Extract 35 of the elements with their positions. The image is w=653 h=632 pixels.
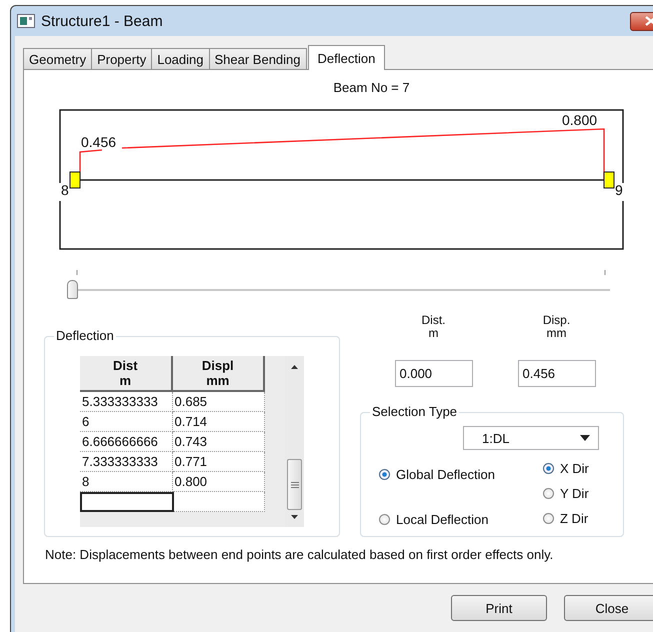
caret-icon bbox=[580, 435, 590, 441]
support-icon bbox=[70, 172, 80, 188]
beam-number-label: Beam No = 7 bbox=[332, 79, 411, 97]
tab[interactable]: Loading bbox=[151, 48, 210, 69]
input-field[interactable]: 0.456 bbox=[518, 360, 596, 387]
deflection-value-label: 0.456 bbox=[81, 134, 116, 150]
new-row-cell[interactable] bbox=[80, 492, 174, 512]
tab[interactable]: Property bbox=[91, 48, 152, 69]
deflection-value-label: 0.800 bbox=[562, 112, 598, 128]
group-title: Selection Type bbox=[370, 404, 460, 420]
tab[interactable]: Geometry bbox=[23, 48, 92, 69]
slider-thumb[interactable] bbox=[67, 280, 78, 299]
dialog-button[interactable]: Print bbox=[451, 595, 547, 621]
node-label: 8 bbox=[61, 182, 69, 198]
readout-label: Dist. bbox=[422, 314, 446, 327]
radio-option[interactable]: X Dir bbox=[543, 456, 613, 481]
radio-option[interactable]: Global Deflection bbox=[379, 462, 543, 487]
unit-label: mm bbox=[546, 327, 566, 340]
radio-option[interactable]: Z Dir bbox=[543, 506, 613, 531]
input-field[interactable]: 0.000 bbox=[394, 360, 472, 387]
tab[interactable]: Deflection bbox=[308, 45, 386, 70]
tab[interactable]: Shear Bending bbox=[208, 48, 307, 69]
note-text: Note: Displacements between end points are calculated based on first order effects only. bbox=[45, 547, 554, 563]
readout-label: Disp. bbox=[542, 314, 570, 327]
radio-option[interactable]: Y Dir bbox=[543, 481, 613, 506]
scroll-thumb[interactable] bbox=[287, 459, 302, 510]
support-icon bbox=[604, 172, 614, 188]
window-title: Structure1 - Beam bbox=[41, 12, 163, 30]
radio-option[interactable]: Local Deflection bbox=[379, 507, 543, 532]
table-cell: 8 bbox=[80, 472, 172, 492]
window-icon bbox=[17, 14, 35, 28]
unit-label: m bbox=[428, 327, 438, 340]
load-case-dropdown[interactable]: 1:DL bbox=[463, 426, 599, 450]
node-label: 9 bbox=[615, 182, 623, 198]
dialog-button[interactable]: Close bbox=[564, 595, 653, 621]
